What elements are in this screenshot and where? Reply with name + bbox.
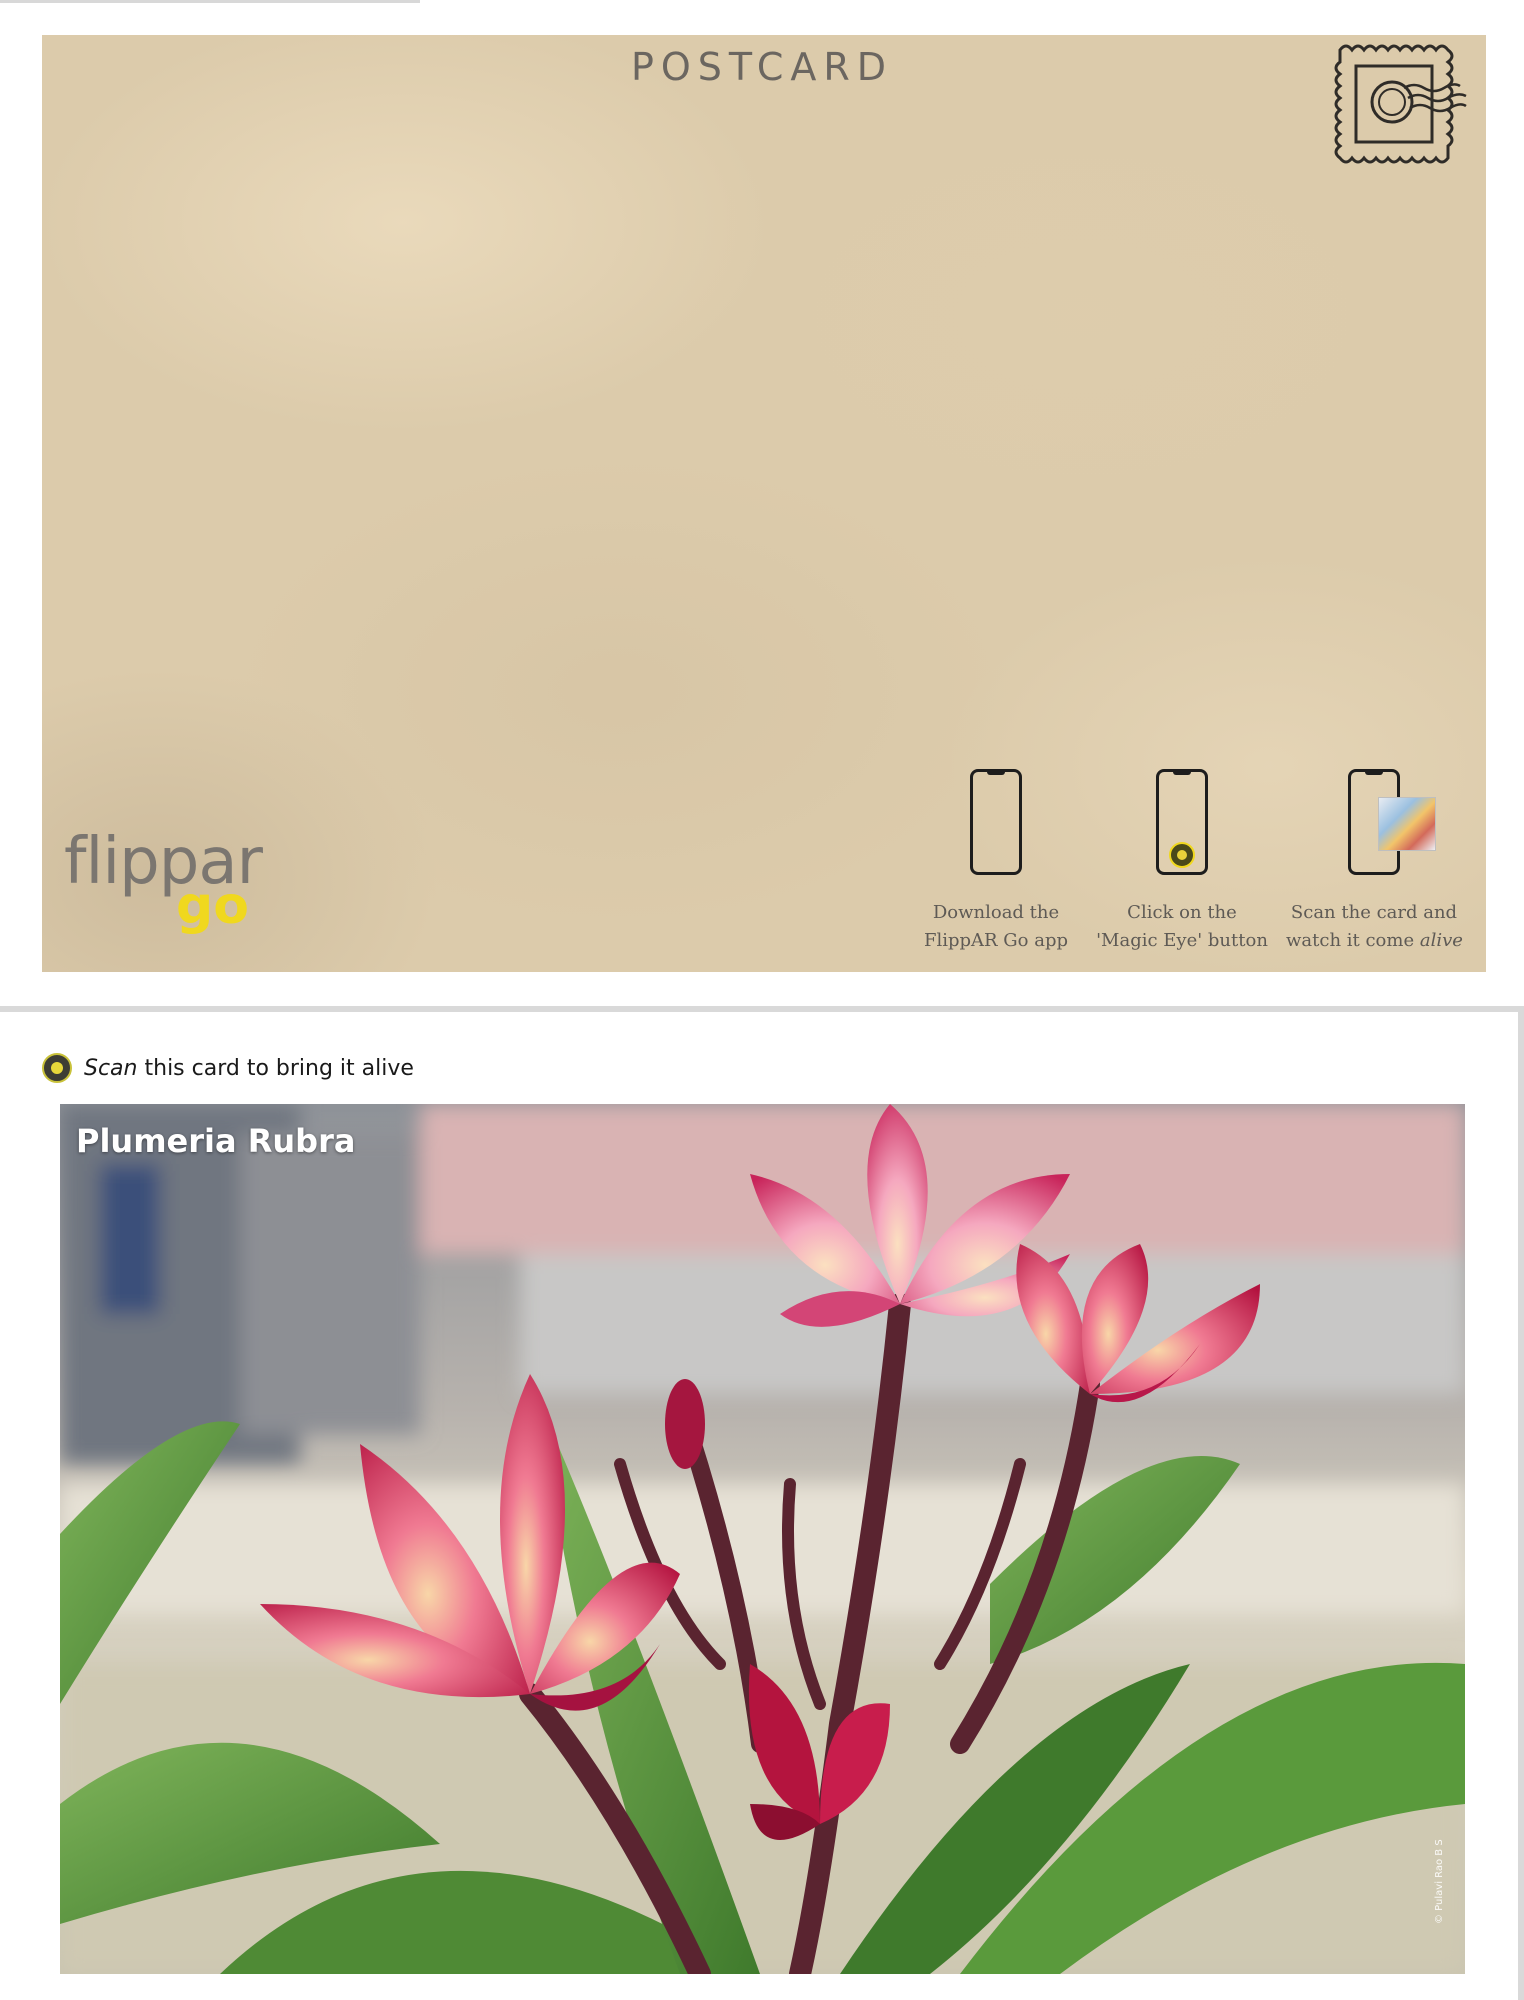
step-line: FlippAR Go app: [923, 930, 1069, 951]
scan-prompt-text: Scan this card to bring it alive: [84, 1055, 414, 1081]
postage-stamp-icon: [1334, 44, 1467, 164]
step-scan-card: Scan the card and watch it come alive: [1286, 769, 1463, 955]
scan-prompt: Scan this card to bring it alive: [42, 1050, 414, 1086]
phone-icon: [970, 769, 1022, 875]
magic-eye-icon[interactable]: [42, 1053, 72, 1083]
step-line: 'Magic Eye' button: [1096, 930, 1268, 951]
phone-magic-eye-icon: [1156, 769, 1208, 875]
instruction-steps: Download the FlippAR Go app Click on the…: [908, 769, 1468, 969]
photo-caption: Plumeria Rubra: [76, 1122, 356, 1160]
postcard-back: POSTCARD flippar go Download the FlippAR…: [42, 35, 1486, 972]
photo-credit: © Pulavi Rao B S: [1434, 1839, 1445, 1924]
brand-go-mark: go: [176, 876, 249, 936]
top-rule: [0, 0, 420, 3]
flippar-go-logo: flippar go: [64, 830, 264, 950]
card-thumbnail-icon: [1378, 797, 1436, 851]
section-divider-right: [1518, 1006, 1524, 2000]
postcard-title: POSTCARD: [630, 45, 894, 89]
step-line: Click on the: [1127, 902, 1237, 923]
step-line: Download the: [932, 902, 1060, 923]
postcard-front-photo: Plumeria Rubra © Pulavi Rao B S: [60, 1104, 1465, 1974]
section-divider: [0, 1006, 1524, 1012]
magic-eye-icon: [1169, 842, 1195, 868]
plumeria-photo: [60, 1104, 1465, 1974]
step-line: watch it come alive: [1286, 930, 1463, 951]
step-download-app: Download the FlippAR Go app: [908, 769, 1084, 955]
step-magic-eye: Click on the 'Magic Eye' button: [1094, 769, 1270, 955]
step-line: Scan the card and: [1290, 902, 1458, 923]
